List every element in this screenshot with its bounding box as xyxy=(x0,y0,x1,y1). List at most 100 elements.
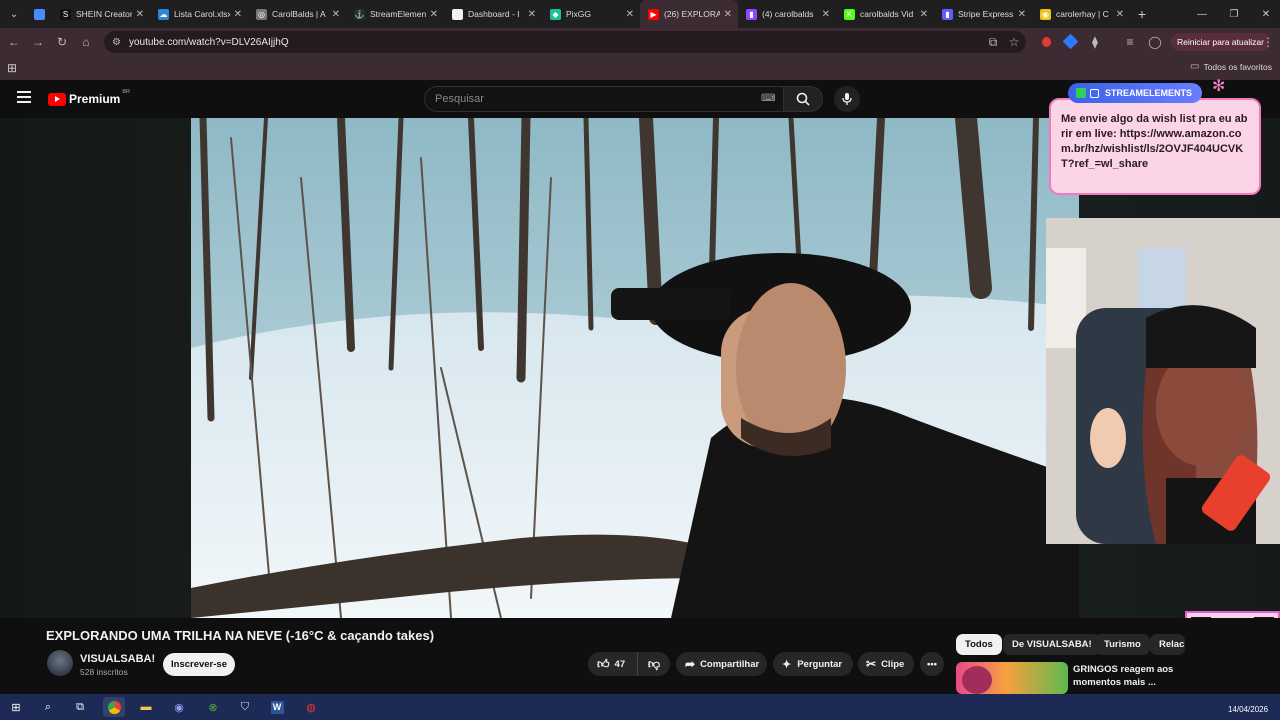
taskbar-date: 14/04/2026 xyxy=(1228,705,1269,714)
browser-tab[interactable]: ▶ (26) EXPLORA ✕ xyxy=(640,0,738,28)
search-input[interactable]: Pesquisar ⌨ xyxy=(424,86,783,112)
chip-related[interactable]: Relac xyxy=(1150,634,1185,655)
browser-tab[interactable]: Kcarolbalds Vid ✕ xyxy=(836,0,934,28)
more-actions-button[interactable]: ••• xyxy=(920,652,944,676)
minimize-icon[interactable]: — xyxy=(1186,0,1218,28)
browser-menu-icon[interactable]: ⋮ xyxy=(1256,30,1280,54)
chip-from-channel[interactable]: De VISUALSABA! xyxy=(1003,634,1101,655)
tab-label: CarolBalds | A xyxy=(272,9,326,19)
tab-search-chevron-icon[interactable]: ⌄ xyxy=(0,0,28,28)
search-button[interactable] xyxy=(783,86,823,112)
windows-taskbar xyxy=(0,694,1280,720)
browser-tab[interactable]: ▮ Stripe Express ✕ xyxy=(934,0,1032,28)
browser-tab[interactable] xyxy=(28,0,52,28)
clip-button[interactable]: ✂ Clipe xyxy=(858,652,914,676)
tab-close-icon[interactable]: ✕ xyxy=(822,9,830,20)
tab-label: StreamElemen xyxy=(370,9,426,19)
sparkle-icon: ✻ xyxy=(1212,78,1226,95)
profile-icon[interactable]: ◯ xyxy=(1143,30,1167,54)
browser-tab[interactable]: ◆ PixGG ✕ xyxy=(542,0,640,28)
chrome-logo xyxy=(107,700,121,714)
recommended-title[interactable]: GRINGOS reagem aos momentos mais ... xyxy=(1073,663,1178,689)
browser-tab[interactable]: S SHEIN Creator ✕ xyxy=(52,0,150,28)
keyboard-icon[interactable]: ⌨ xyxy=(761,93,775,104)
tab-favicon-icon: ▮ xyxy=(942,8,953,20)
video-title: EXPLORANDO UMA TRILHA NA NEVE (-16°C & c… xyxy=(46,628,435,643)
search-taskbar-icon[interactable]: ⌕ xyxy=(37,697,59,717)
tab-close-icon[interactable]: ✕ xyxy=(528,9,536,20)
shield-icon[interactable]: ⛉ xyxy=(234,697,256,717)
tab-favicon-icon: ◎ xyxy=(256,8,267,20)
site-info-icon[interactable]: ⚙ xyxy=(112,37,121,48)
new-tab-plus-icon[interactable]: + xyxy=(1130,6,1154,22)
windows-start-icon[interactable]: ⊞ xyxy=(5,697,27,717)
tab-favicon-icon: ◉ xyxy=(1040,8,1051,20)
discord-icon[interactable]: ◉ xyxy=(168,697,190,717)
media-controls-icon[interactable]: ≡ xyxy=(1118,30,1142,54)
ask-button[interactable]: ✦ Perguntar xyxy=(773,652,853,676)
tab-label: SHEIN Creator xyxy=(76,9,132,19)
chip-tourism[interactable]: Turismo xyxy=(1095,634,1150,655)
webcam-frame xyxy=(1046,218,1280,544)
chip-all[interactable]: Todos xyxy=(956,634,1002,655)
share-button[interactable]: ➦ Compartilhar xyxy=(676,652,767,676)
check-icon xyxy=(1076,88,1086,98)
chrome-taskbar-icon[interactable] xyxy=(103,697,125,717)
file-explorer-icon[interactable]: ▬ xyxy=(135,697,157,717)
youtube-premium-logo[interactable]: Premium BR xyxy=(48,89,130,106)
recommended-thumbnail[interactable] xyxy=(956,662,1068,694)
apps-grid-icon[interactable]: ⊞ xyxy=(7,61,17,75)
browser-tab[interactable]: ▮ (4) carolbalds ✕ xyxy=(738,0,836,28)
bookmarks-bar: ⊞ ▭ Todos os favoritos xyxy=(0,56,1280,80)
browser-tab[interactable]: ◉ carolerhay | C ✕ xyxy=(1032,0,1130,28)
task-view-icon[interactable]: ⧉ xyxy=(69,697,91,717)
reload-icon[interactable]: ↻ xyxy=(50,30,74,54)
browser-tab[interactable]: ◯ Dashboard - I ✕ xyxy=(444,0,542,28)
tab-close-icon[interactable]: ✕ xyxy=(430,9,438,20)
voice-search-button[interactable] xyxy=(834,86,860,112)
bookmark-star-icon[interactable]: ☆ xyxy=(1002,30,1026,54)
tab-close-icon[interactable]: ✕ xyxy=(332,9,340,20)
guide-menu-icon[interactable] xyxy=(17,91,31,103)
channel-avatar[interactable] xyxy=(47,650,73,676)
browser-tab[interactable]: ◎ CarolBalds | A ✕ xyxy=(248,0,346,28)
forward-arrow-icon[interactable]: → xyxy=(26,30,50,54)
extension-red-icon[interactable] xyxy=(1042,37,1051,47)
tab-favicon-icon: ▶ xyxy=(648,8,659,20)
scissors-icon: ✂ xyxy=(866,657,877,671)
close-window-icon[interactable]: ✕ xyxy=(1250,0,1280,28)
tab-close-icon[interactable]: ✕ xyxy=(626,9,634,20)
video-player[interactable] xyxy=(191,118,1079,618)
tab-close-icon[interactable]: ✕ xyxy=(234,9,242,20)
tab-close-icon[interactable]: ✕ xyxy=(920,9,928,20)
subscribe-button[interactable]: Inscrever-se xyxy=(163,653,235,676)
word-icon[interactable]: W xyxy=(266,697,288,717)
like-button[interactable]: 👍︎ 47 xyxy=(588,652,638,676)
tab-favicon-icon: K xyxy=(844,8,855,20)
browser-tab[interactable]: ⚓ StreamElemen ✕ xyxy=(346,0,444,28)
search-placeholder: Pesquisar xyxy=(435,93,484,105)
streamelements-message-box: Me envie algo da wish list pra eu abrir … xyxy=(1049,98,1261,195)
back-arrow-icon[interactable]: ← xyxy=(2,30,26,54)
ask-label: Perguntar xyxy=(797,658,843,670)
tab-close-icon[interactable]: ✕ xyxy=(136,9,144,20)
tab-close-icon[interactable]: ✕ xyxy=(724,9,732,20)
browser-tab[interactable]: ☁ Lista Carol.xlsx ✕ xyxy=(150,0,248,28)
tab-close-icon[interactable]: ✕ xyxy=(1018,9,1026,20)
tab-favicon-icon: ☁ xyxy=(158,8,169,20)
tab-favicon-icon: S xyxy=(60,8,71,20)
xbox-icon[interactable]: ⊗ xyxy=(202,697,224,717)
obs-icon[interactable]: ◍ xyxy=(300,697,322,717)
channel-name[interactable]: VISUALSABA! xyxy=(80,653,155,665)
all-bookmarks-button[interactable]: ▭ Todos os favoritos xyxy=(1190,61,1272,72)
home-icon[interactable]: ⌂ xyxy=(74,30,98,54)
tab-favicon-icon xyxy=(34,8,45,20)
share-label: Compartilhar xyxy=(700,658,760,670)
address-bar[interactable]: ⚙ youtube.com/watch?v=DLV26AIjjhQ xyxy=(104,31,1026,53)
extensions-puzzle-icon[interactable]: ⧫ xyxy=(1083,30,1107,54)
dislike-button[interactable]: 👎︎ xyxy=(638,652,670,676)
restore-icon[interactable]: ❐ xyxy=(1218,0,1250,28)
tab-close-icon[interactable]: ✕ xyxy=(1116,9,1124,20)
all-bookmarks-label: Todos os favoritos xyxy=(1203,61,1272,72)
tab-label: Lista Carol.xlsx xyxy=(174,9,230,19)
